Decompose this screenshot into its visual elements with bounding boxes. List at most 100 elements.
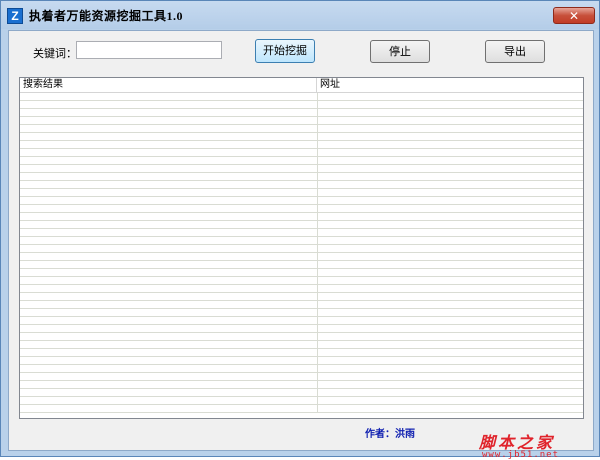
table-row[interactable] [20,197,583,205]
cell-url [318,357,583,364]
table-row[interactable] [20,181,583,189]
cell-result [20,349,318,356]
column-header-url[interactable]: 网址 [317,78,583,92]
table-row[interactable] [20,381,583,389]
start-mining-button[interactable]: 开始挖掘 [255,39,315,63]
keyword-label: 关键词： [33,47,77,60]
cell-url [318,101,583,108]
table-row[interactable] [20,221,583,229]
client-area: 关键词： 开始挖掘 停止 导出 搜索结果 网址 作者：洪雨 脚本之家 www.j… [8,30,594,460]
table-row[interactable] [20,229,583,237]
cell-url [318,165,583,172]
main-window: Z 执着者万能资源挖掘工具1.0 ✕ 关键词： 开始挖掘 停止 导出 搜索结果 … [0,0,600,460]
cell-result [20,181,318,188]
cell-url [318,389,583,396]
cell-result [20,397,318,404]
cell-url [318,149,583,156]
cell-url [318,181,583,188]
table-row[interactable] [20,365,583,373]
table-row[interactable] [20,317,583,325]
cell-url [318,221,583,228]
cell-url [318,245,583,252]
close-button[interactable]: ✕ [553,7,595,24]
cell-url [318,325,583,332]
cell-result [20,357,318,364]
list-rows [20,93,583,418]
cell-result [20,341,318,348]
table-row[interactable] [20,397,583,405]
table-row[interactable] [20,253,583,261]
cell-result [20,381,318,388]
table-row[interactable] [20,133,583,141]
table-row[interactable] [20,373,583,381]
cell-result [20,405,318,412]
cell-url [318,125,583,132]
table-row[interactable] [20,325,583,333]
cell-result [20,301,318,308]
cell-result [20,221,318,228]
table-row[interactable] [20,149,583,157]
cell-result [20,165,318,172]
table-row[interactable] [20,165,583,173]
table-row[interactable] [20,173,583,181]
cell-url [318,93,583,100]
cell-url [318,189,583,196]
table-row[interactable] [20,349,583,357]
column-header-results[interactable]: 搜索结果 [20,78,317,92]
cell-result [20,229,318,236]
cell-url [318,381,583,388]
table-row[interactable] [20,261,583,269]
cell-url [318,397,583,404]
table-row[interactable] [20,101,583,109]
table-row[interactable] [20,245,583,253]
cell-url [318,197,583,204]
cell-result [20,205,318,212]
results-list[interactable]: 搜索结果 网址 [19,77,584,419]
cell-url [318,213,583,220]
table-row[interactable] [20,357,583,365]
table-row[interactable] [20,157,583,165]
cell-result [20,277,318,284]
cell-result [20,109,318,116]
cell-url [318,157,583,164]
table-row[interactable] [20,301,583,309]
table-row[interactable] [20,341,583,349]
table-row[interactable] [20,285,583,293]
title-bar[interactable]: Z 执着者万能资源挖掘工具1.0 ✕ [1,1,599,29]
cell-result [20,101,318,108]
table-row[interactable] [20,389,583,397]
cell-result [20,133,318,140]
cell-url [318,341,583,348]
stop-button[interactable]: 停止 [370,40,430,63]
cell-result [20,189,318,196]
table-row[interactable] [20,93,583,101]
table-row[interactable] [20,205,583,213]
table-row[interactable] [20,125,583,133]
list-header: 搜索结果 网址 [20,78,583,93]
cell-result [20,325,318,332]
table-row[interactable] [20,213,583,221]
cell-url [318,117,583,124]
cell-result [20,309,318,316]
cell-url [318,133,583,140]
table-row[interactable] [20,405,583,413]
table-row[interactable] [20,269,583,277]
table-row[interactable] [20,117,583,125]
cell-result [20,141,318,148]
cell-url [318,333,583,340]
export-button[interactable]: 导出 [485,40,545,63]
table-row[interactable] [20,141,583,149]
cell-result [20,125,318,132]
cell-result [20,261,318,268]
table-row[interactable] [20,333,583,341]
cell-result [20,365,318,372]
table-row[interactable] [20,293,583,301]
cell-result [20,333,318,340]
cell-result [20,317,318,324]
table-row[interactable] [20,309,583,317]
table-row[interactable] [20,237,583,245]
table-row[interactable] [20,109,583,117]
table-row[interactable] [20,277,583,285]
keyword-input[interactable] [76,41,222,59]
table-row[interactable] [20,189,583,197]
